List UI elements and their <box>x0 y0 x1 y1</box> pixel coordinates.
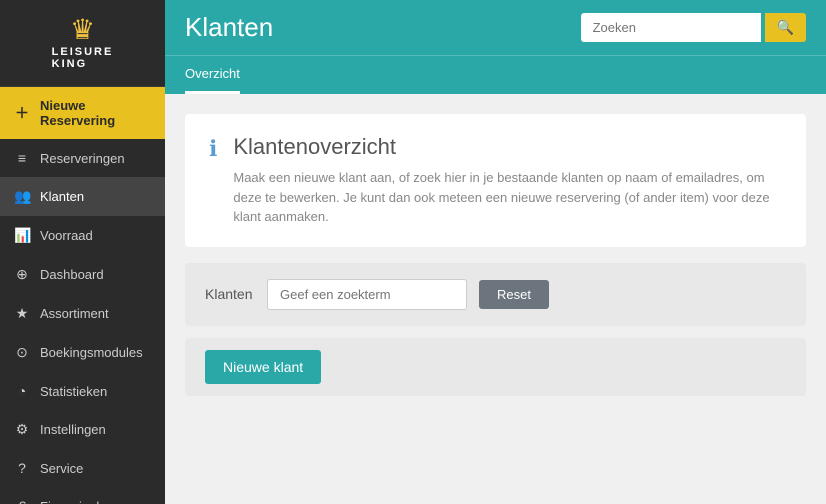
sidebar-item-label: Financieel <box>40 499 99 504</box>
page-header: Klanten 🔍 <box>165 0 826 55</box>
sidebar: ♛ LEISURE KING ＋ Nieuwe Reservering ≡ Re… <box>0 0 165 504</box>
sidebar-item-statistieken[interactable]: ◔ Statistieken <box>0 372 165 410</box>
tab-overzicht[interactable]: Overzicht <box>185 56 240 94</box>
sidebar-item-label: Statistieken <box>40 384 107 399</box>
stats-icon: ◔ <box>14 383 30 399</box>
search-input[interactable] <box>581 13 761 42</box>
info-box: ℹ Klantenoverzicht Maak een nieuwe klant… <box>185 114 806 247</box>
list-icon: ≡ <box>14 150 30 166</box>
sidebar-item-label: Assortiment <box>40 306 109 321</box>
sidebar-item-instellingen[interactable]: ⚙ Instellingen <box>0 410 165 449</box>
search-button[interactable]: 🔍 <box>765 13 806 42</box>
page-title: Klanten <box>185 12 565 43</box>
main-panel: Klanten 🔍 Overzicht ℹ Klantenoverzicht M… <box>165 0 826 504</box>
klanten-search-input[interactable] <box>267 279 467 310</box>
sidebar-item-service[interactable]: ? Service <box>0 449 165 487</box>
content-title: Klantenoverzicht <box>233 134 782 160</box>
sidebar-item-nieuwe-reservering[interactable]: ＋ Nieuwe Reservering <box>0 87 165 139</box>
header-search: 🔍 <box>581 13 806 42</box>
modules-icon: ⊙ <box>14 344 30 361</box>
content-area: ℹ Klantenoverzicht Maak een nieuwe klant… <box>165 94 826 504</box>
klanten-label: Klanten <box>205 286 255 302</box>
sidebar-item-label: Boekingsmodules <box>40 345 143 360</box>
nieuwe-klant-button[interactable]: Nieuwe klant <box>205 350 321 384</box>
sidebar-item-voorraad[interactable]: 📊 Voorraad <box>0 216 165 255</box>
sidebar-item-label: Klanten <box>40 189 84 204</box>
sidebar-item-assortiment[interactable]: ★ Assortiment <box>0 294 165 333</box>
gear-icon: ⚙ <box>14 421 30 438</box>
info-description: Maak een nieuwe klant aan, of zoek hier … <box>233 168 782 227</box>
customer-search-row: Klanten Reset <box>185 263 806 326</box>
sidebar-item-reserveringen[interactable]: ≡ Reserveringen <box>0 139 165 177</box>
logo-text: LEISURE KING <box>52 46 114 70</box>
sidebar-item-label: Reserveringen <box>40 151 125 166</box>
sidebar-item-label: Dashboard <box>40 267 104 282</box>
users-icon: 👥 <box>14 188 30 205</box>
sidebar-item-financieel[interactable]: € Financieel <box>0 487 165 504</box>
euro-icon: € <box>14 498 30 504</box>
info-content: Klantenoverzicht Maak een nieuwe klant a… <box>233 134 782 227</box>
logo-area: ♛ LEISURE KING <box>0 0 165 87</box>
inventory-icon: 📊 <box>14 227 30 244</box>
sidebar-item-label: Nieuwe Reservering <box>40 98 151 128</box>
info-icon: ℹ <box>209 136 217 227</box>
help-icon: ? <box>14 460 30 476</box>
logo-crown-icon: ♛ <box>70 16 95 44</box>
sidebar-item-dashboard[interactable]: ⊕ Dashboard <box>0 255 165 294</box>
tab-bar: Overzicht <box>165 55 826 94</box>
action-row: Nieuwe klant <box>185 338 806 396</box>
sidebar-item-klanten[interactable]: 👥 Klanten <box>0 177 165 216</box>
star-icon: ★ <box>14 305 30 322</box>
sidebar-item-boekingsmodules[interactable]: ⊙ Boekingsmodules <box>0 333 165 372</box>
plus-icon: ＋ <box>14 103 30 123</box>
sidebar-item-label: Service <box>40 461 83 476</box>
sidebar-item-label: Voorraad <box>40 228 93 243</box>
sidebar-item-label: Instellingen <box>40 422 106 437</box>
reset-button[interactable]: Reset <box>479 280 549 309</box>
dashboard-icon: ⊕ <box>14 266 30 283</box>
sidebar-nav: ＋ Nieuwe Reservering ≡ Reserveringen 👥 K… <box>0 87 165 504</box>
